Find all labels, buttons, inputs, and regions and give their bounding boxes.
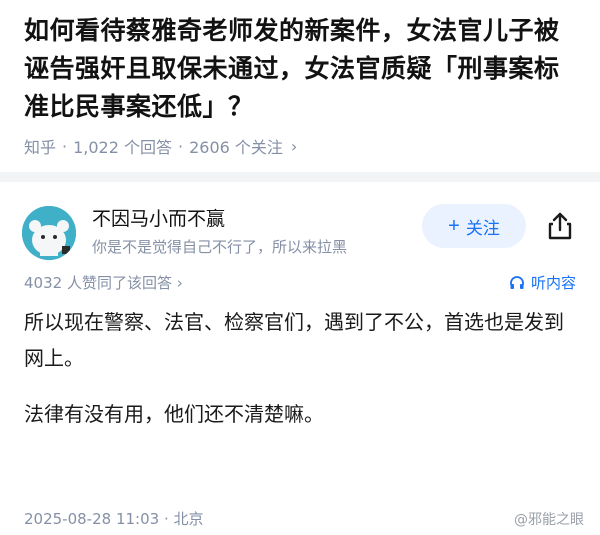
follower-count: 2606 个关注: [189, 138, 283, 157]
chevron-right-icon: ›: [176, 274, 183, 292]
watermark: @邪能之眼: [514, 509, 584, 529]
author-headline: 你是不是觉得自己不行了，所以来拉黑: [92, 238, 348, 256]
meta-separator: ·: [62, 136, 68, 156]
avatar-image: [22, 206, 76, 260]
answer-count: 1,022 个回答: [73, 138, 173, 157]
listen-label: 听内容: [530, 274, 576, 292]
avatar[interactable]: [22, 206, 76, 260]
question-title[interactable]: 如何看待蔡雅奇老师发的新案件，女法官儿子被诬告强奸且取保未通过，女法官质疑「刑事…: [24, 12, 572, 126]
headphones-icon: [510, 275, 524, 289]
share-icon[interactable]: [544, 210, 576, 242]
follow-label: 关注: [465, 218, 500, 238]
vote-count: 4032 人赞同了该回答: [24, 274, 172, 292]
follow-button[interactable]: + 关注: [422, 204, 526, 248]
author-name[interactable]: 不因马小而不赢: [92, 204, 225, 231]
answer-timestamp: 2025-08-28 11:03 · 北京: [24, 508, 204, 529]
answer-paragraph: 法律有没有用，他们还不清楚嘛。: [24, 402, 324, 426]
stats-row: 4032 人赞同了该回答 › 听内容: [0, 268, 600, 302]
section-divider: [0, 172, 600, 182]
listen-button[interactable]: 听内容: [509, 272, 576, 293]
question-header: 如何看待蔡雅奇老师发的新案件，女法官儿子被诬告强奸且取保未通过，女法官质疑「刑事…: [0, 0, 600, 158]
source-label: 知乎: [24, 138, 57, 157]
author-row: 不因马小而不赢 你是不是觉得自己不行了，所以来拉黑 + 关注: [0, 182, 600, 268]
timestamp: 2025-08-28 11:03: [24, 510, 160, 528]
watermark-text: @邪能之眼: [514, 512, 584, 528]
meta-separator: ·: [163, 510, 174, 528]
meta-separator: ·: [178, 136, 184, 156]
plus-icon: +: [448, 215, 460, 237]
answer-body: 所以现在警察、法官、检察官们，遇到了不公，首选也是发到网上。 法律有没有用，他们…: [0, 302, 600, 432]
question-meta[interactable]: 知乎 · 1,022 个回答 · 2606 个关注 ›: [24, 134, 572, 158]
chevron-right-icon: ›: [290, 136, 298, 156]
location: 北京: [173, 510, 204, 528]
answer-paragraph: 所以现在警察、法官、检察官们，遇到了不公，首选也是发到网上。: [24, 310, 564, 370]
vote-summary[interactable]: 4032 人赞同了该回答 ›: [24, 272, 183, 293]
